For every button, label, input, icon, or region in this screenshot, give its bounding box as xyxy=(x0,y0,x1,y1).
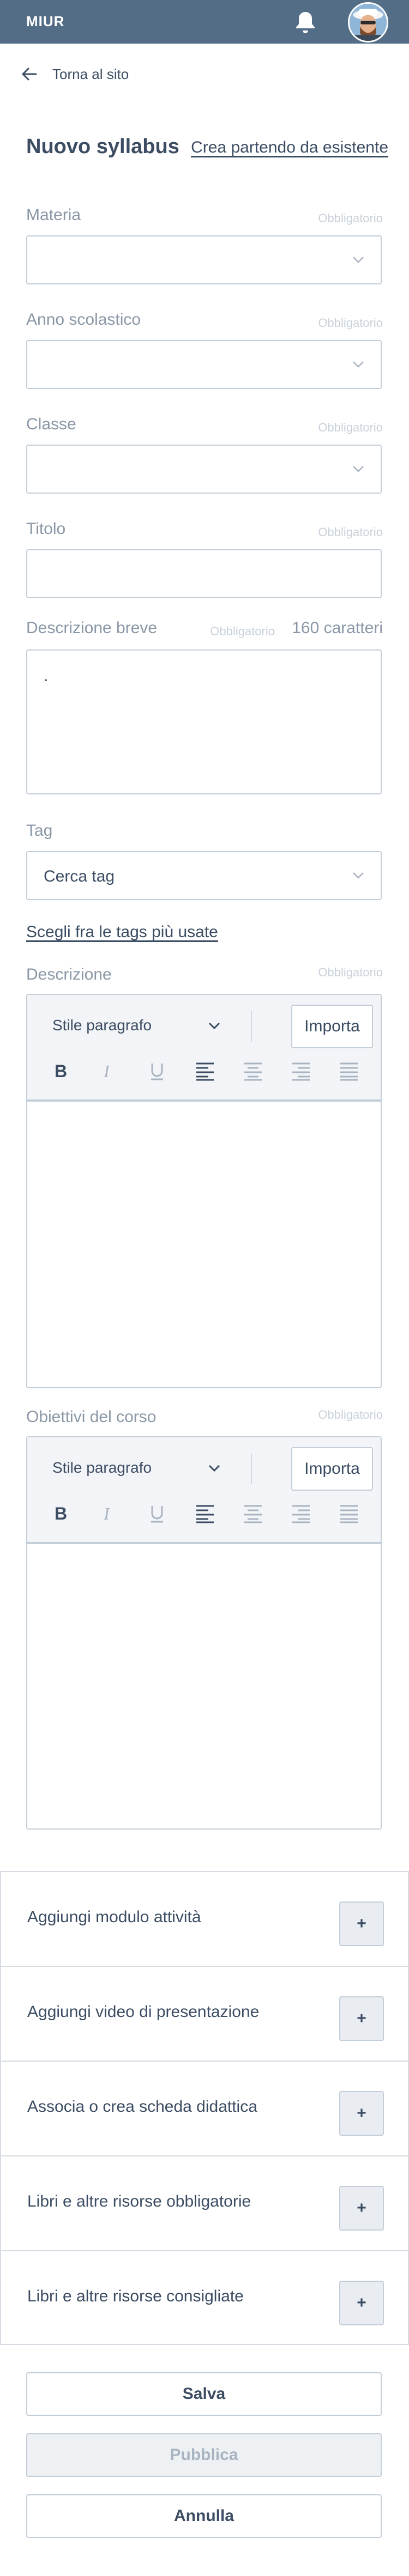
underline-icon[interactable] xyxy=(146,1503,168,1524)
align-left-icon[interactable] xyxy=(194,1060,216,1082)
materia-select[interactable] xyxy=(26,235,382,284)
user-avatar[interactable] xyxy=(348,2,388,42)
add-recommended-resource-button[interactable]: + xyxy=(339,2281,384,2325)
chevron-down-icon xyxy=(353,872,364,879)
descrizione-label: Descrizione xyxy=(26,965,112,983)
chevron-down-icon xyxy=(208,1465,220,1472)
bell-icon[interactable] xyxy=(292,9,318,35)
section-label: Aggiungi modulo attività xyxy=(27,1908,201,1926)
svg-text:I: I xyxy=(103,1061,110,1081)
align-center-icon[interactable] xyxy=(242,1060,264,1082)
publish-button[interactable]: Pubblica xyxy=(26,2433,382,2477)
chevron-down-icon xyxy=(353,361,364,368)
required-hint: Obbligatorio xyxy=(318,316,383,330)
svg-text:B: B xyxy=(55,1504,67,1523)
section-label: Associa o crea scheda didattica xyxy=(27,2098,257,2116)
descrizione-editor[interactable]: Stile paragrafo Importa B I xyxy=(26,994,382,1388)
popular-tags-link[interactable]: Scegli fra le tags più usate xyxy=(26,923,218,941)
titolo-label: Titolo xyxy=(26,520,66,538)
editor-toolbar: Stile paragrafo Importa B I xyxy=(27,995,381,1102)
add-scheda-button[interactable]: + xyxy=(339,2091,384,2136)
tag-search-select[interactable]: Cerca tag xyxy=(26,851,382,900)
page-title: Nuovo syllabus xyxy=(26,135,179,158)
classe-label: Classe xyxy=(26,415,76,433)
add-required-resource-button[interactable]: + xyxy=(339,2186,384,2231)
classe-select[interactable] xyxy=(26,445,382,494)
arrow-left-icon xyxy=(22,68,37,81)
toolbar-divider xyxy=(251,1454,252,1484)
required-hint: Obbligatorio xyxy=(318,211,383,225)
align-right-icon[interactable] xyxy=(290,1503,312,1524)
cancel-button[interactable]: Annulla xyxy=(26,2494,382,2538)
align-justify-icon[interactable] xyxy=(338,1060,360,1082)
editor-toolbar: Stile paragrafo Importa B I xyxy=(27,1437,381,1544)
descrizione-breve-label: Descrizione breve xyxy=(26,619,158,637)
descrizione-breve-textarea[interactable]: . xyxy=(26,649,382,794)
italic-icon[interactable]: I xyxy=(98,1503,120,1524)
align-left-icon[interactable] xyxy=(194,1503,216,1524)
anno-label: Anno scolastico xyxy=(26,311,141,329)
bold-icon[interactable]: B xyxy=(50,1503,72,1524)
obiettivi-editor[interactable]: Stile paragrafo Importa B I xyxy=(26,1436,382,1830)
create-from-existing-link[interactable]: Crea partendo da esistente xyxy=(191,138,388,157)
import-button[interactable]: Importa xyxy=(291,1005,373,1048)
align-center-icon[interactable] xyxy=(242,1503,264,1524)
section-label: Libri e altre risorse consigliate xyxy=(27,2287,244,2305)
toolbar-divider xyxy=(251,1011,252,1042)
back-link[interactable]: Torna al sito xyxy=(20,63,129,85)
required-hint: Obbligatorio xyxy=(318,965,383,979)
section-required-resources[interactable]: Libri e altre risorse obbligatorie + xyxy=(0,2155,409,2250)
chevron-down-icon xyxy=(353,257,364,263)
section-add-module[interactable]: Aggiungi modulo attività + xyxy=(0,1871,409,1966)
svg-text:I: I xyxy=(103,1504,110,1523)
align-justify-icon[interactable] xyxy=(338,1503,360,1524)
obiettivi-label: Obiettivi del corso xyxy=(26,1408,157,1426)
import-button[interactable]: Importa xyxy=(291,1447,373,1491)
align-right-icon[interactable] xyxy=(290,1060,312,1082)
section-label: Aggiungi video di presentazione xyxy=(27,2003,260,2021)
chevron-down-icon xyxy=(353,466,364,472)
bold-icon[interactable]: B xyxy=(50,1060,72,1082)
required-hint: Obbligatorio xyxy=(318,525,383,539)
required-hint: Obbligatorio xyxy=(210,624,275,638)
required-hint: Obbligatorio xyxy=(318,421,383,434)
required-hint: Obbligatorio xyxy=(318,1408,383,1421)
underline-icon[interactable] xyxy=(146,1060,168,1082)
paragraph-style-select[interactable]: Stile paragrafo xyxy=(52,1459,152,1477)
tag-label: Tag xyxy=(26,822,53,840)
brand-logo[interactable]: MIUR xyxy=(26,13,64,30)
add-module-button[interactable]: + xyxy=(339,1901,384,1946)
chevron-down-icon xyxy=(208,1022,220,1030)
add-video-button[interactable]: + xyxy=(339,1996,384,2041)
materia-label: Materia xyxy=(26,206,81,224)
italic-icon[interactable]: I xyxy=(98,1060,120,1082)
save-button[interactable]: Salva xyxy=(26,2372,382,2416)
char-counter: 160 caratteri xyxy=(292,619,383,637)
svg-text:B: B xyxy=(55,1061,67,1081)
top-bar: MIUR xyxy=(0,0,409,44)
anno-select[interactable] xyxy=(26,340,382,389)
section-label: Libri e altre risorse obbligatorie xyxy=(27,2192,251,2210)
paragraph-style-select[interactable]: Stile paragrafo xyxy=(52,1017,152,1034)
titolo-input[interactable] xyxy=(26,549,382,598)
back-label: Torna al sito xyxy=(52,65,129,82)
section-add-video[interactable]: Aggiungi video di presentazione + xyxy=(0,1966,409,2061)
section-scheda-didattica[interactable]: Associa o crea scheda didattica + xyxy=(0,2061,409,2155)
section-recommended-resources[interactable]: Libri e altre risorse consigliate + xyxy=(0,2250,409,2345)
